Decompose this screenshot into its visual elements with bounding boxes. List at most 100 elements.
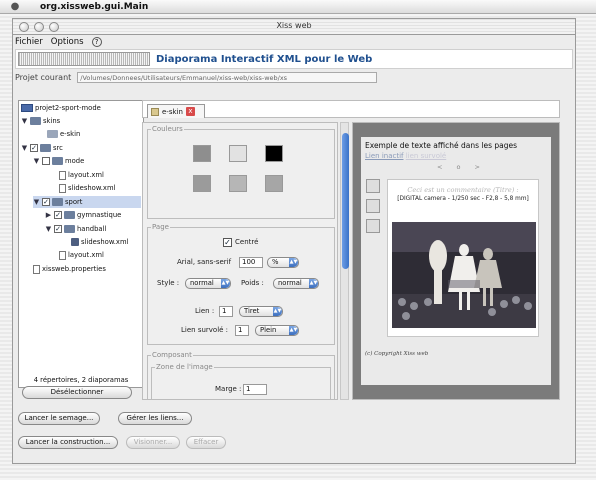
tree-node-properties[interactable]: xissweb.properties [33, 263, 106, 275]
poids-select[interactable]: normal ▲▼ [273, 278, 319, 289]
tree-node-handball-slideshow[interactable]: slideshow.xml [71, 236, 128, 248]
checkbox-sport[interactable]: ✓ [42, 198, 50, 206]
size-unit-select[interactable]: % ▲▼ [267, 257, 299, 268]
tree-node-eskin[interactable]: e-skin [47, 128, 80, 140]
tree-label: skins [43, 117, 61, 125]
window-titlebar[interactable]: Xiss web [12, 18, 576, 34]
project-row: Projet courant /Volumes/Donnees/Utilisat… [15, 71, 378, 84]
preview-nav[interactable]: < o > [437, 163, 486, 171]
preview-link-inactive[interactable]: Lien inactif [365, 152, 404, 160]
tree-label: e-skin [60, 130, 81, 138]
file-icon [33, 264, 40, 274]
app-title[interactable]: org.xissweb.gui.Main [40, 2, 148, 12]
color-swatch-2[interactable] [229, 145, 247, 162]
tree-label: gymnastique [77, 211, 122, 219]
app-header: Diaporama Interactif XML pour le Web [15, 49, 573, 69]
menu-fichier[interactable]: Fichier [15, 37, 43, 47]
scrollbar-thumb[interactable] [342, 133, 349, 269]
size-unit-value: % [272, 258, 279, 266]
color-swatch-3[interactable] [265, 145, 283, 162]
color-swatch-5[interactable] [229, 175, 247, 192]
preview-title: Exemple de texte affiché dans les pages [365, 141, 518, 150]
apple-icon[interactable]: ● [8, 1, 22, 12]
editor-scrollbar[interactable] [340, 122, 349, 400]
disclosure-open-icon[interactable]: ▼ [21, 117, 28, 125]
file-icon [59, 170, 66, 180]
disclosure-open-icon[interactable]: ▼ [33, 157, 40, 165]
marge-field[interactable]: 1 [243, 384, 267, 395]
os-menubar: ● org.xissweb.gui.Main [0, 0, 596, 14]
project-icon [21, 104, 33, 112]
lien-survole-field[interactable]: 1 [235, 325, 249, 336]
marge-label: Marge : [215, 385, 242, 393]
project-tree[interactable]: projet2-sport-mode ▼ skins e-skin ▼ ✓ sr… [18, 100, 144, 388]
font-label: Arial, sans-serif [177, 258, 232, 266]
preview-caption-title: Ceci est un commentaire (Titre) : [407, 186, 519, 194]
tree-node-handball[interactable]: ▼ ✓ handball [45, 223, 106, 235]
file-icon [59, 250, 66, 260]
chevron-updown-icon: ▲▼ [289, 326, 298, 335]
folder-icon [64, 225, 75, 233]
tree-node-mode[interactable]: ▼ mode [33, 155, 84, 167]
disclosure-open-icon[interactable]: ▼ [21, 144, 28, 152]
deselect-button[interactable]: Désélectionner [22, 386, 132, 399]
folder-icon [52, 157, 63, 165]
clear-button[interactable]: Effacer [186, 436, 226, 449]
launch-semage-button[interactable]: Lancer le semage... [18, 412, 100, 425]
tree-node-mode-layout[interactable]: layout.xml [59, 169, 104, 181]
tab-e-skin[interactable]: e-skin x [147, 104, 205, 118]
project-label: Projet courant [15, 73, 72, 82]
tree-node-sport-layout[interactable]: layout.xml [59, 249, 104, 261]
tree-label: slideshow.xml [68, 184, 116, 192]
skin-icon [151, 107, 159, 116]
couleurs-legend: Couleurs [152, 125, 183, 133]
style-select[interactable]: normal ▲▼ [185, 278, 231, 289]
lien-survole-style-select[interactable]: Plein ▲▼ [255, 325, 299, 336]
tree-node-root[interactable]: projet2-sport-mode [21, 102, 101, 114]
manage-links-button[interactable]: Gérer les liens... [118, 412, 192, 425]
tree-label: xissweb.properties [42, 265, 106, 273]
close-tab-icon[interactable]: x [185, 107, 195, 116]
checkbox-gymnastique[interactable]: ✓ [54, 211, 62, 219]
help-icon[interactable]: ? [91, 37, 102, 47]
checkbox-handball[interactable]: ✓ [54, 225, 62, 233]
tree-node-gymnastique[interactable]: ▶ ✓ gymnastique [45, 209, 121, 221]
tree-node-skins[interactable]: ▼ skins [21, 115, 60, 127]
tree-node-sport[interactable]: ▼ ✓ sport [33, 196, 141, 208]
preview-thumb-2[interactable] [366, 199, 380, 213]
view-button[interactable]: Visionner... [126, 436, 180, 449]
lien-style-select[interactable]: Tiret ▲▼ [239, 306, 283, 317]
preview-thumb-3[interactable] [366, 219, 380, 233]
color-swatch-4[interactable] [193, 175, 211, 192]
menu-options[interactable]: Options [51, 37, 84, 47]
lien-label: Lien : [195, 307, 215, 315]
skin-editor: Couleurs Page ✓ Centré Arial, sans-serif… [142, 122, 338, 400]
launch-build-button[interactable]: Lancer la construction... [18, 436, 118, 449]
checkbox-src[interactable]: ✓ [30, 144, 38, 152]
tree-node-mode-slideshow[interactable]: slideshow.xml [59, 182, 115, 194]
lien-field[interactable]: 1 [219, 306, 233, 317]
preview-thumb-1[interactable] [366, 179, 380, 193]
editor-tabstrip: e-skin x [142, 100, 560, 118]
style-label: Style : [157, 279, 180, 287]
file-icon [59, 183, 66, 193]
header-title: Diaporama Interactif XML pour le Web [156, 53, 373, 65]
project-path-field[interactable]: /Volumes/Donnees/Utilisateurs/Emmanuel/x… [77, 72, 378, 83]
disclosure-closed-icon[interactable]: ▶ [45, 211, 52, 219]
couleurs-section: Couleurs [147, 125, 335, 219]
tree-node-src[interactable]: ▼ ✓ src [21, 142, 63, 154]
style-value: normal [190, 279, 214, 287]
tree-label: src [53, 144, 63, 152]
preview-link-hover[interactable]: lien survolé [406, 152, 447, 160]
centre-checkbox[interactable]: ✓ [223, 238, 232, 247]
color-swatch-1[interactable] [193, 145, 211, 162]
poids-label: Poids : [241, 279, 264, 287]
size-field[interactable]: 100 [239, 257, 263, 268]
color-swatch-6[interactable] [265, 175, 283, 192]
lien-survole-style-value: Plein [260, 326, 277, 334]
disclosure-open-icon[interactable]: ▼ [33, 198, 40, 206]
folder-icon [64, 211, 75, 219]
checkbox-mode[interactable] [42, 157, 50, 165]
preview-copyright: (c) Copyright Xiss web [365, 351, 429, 357]
disclosure-open-icon[interactable]: ▼ [45, 225, 52, 233]
